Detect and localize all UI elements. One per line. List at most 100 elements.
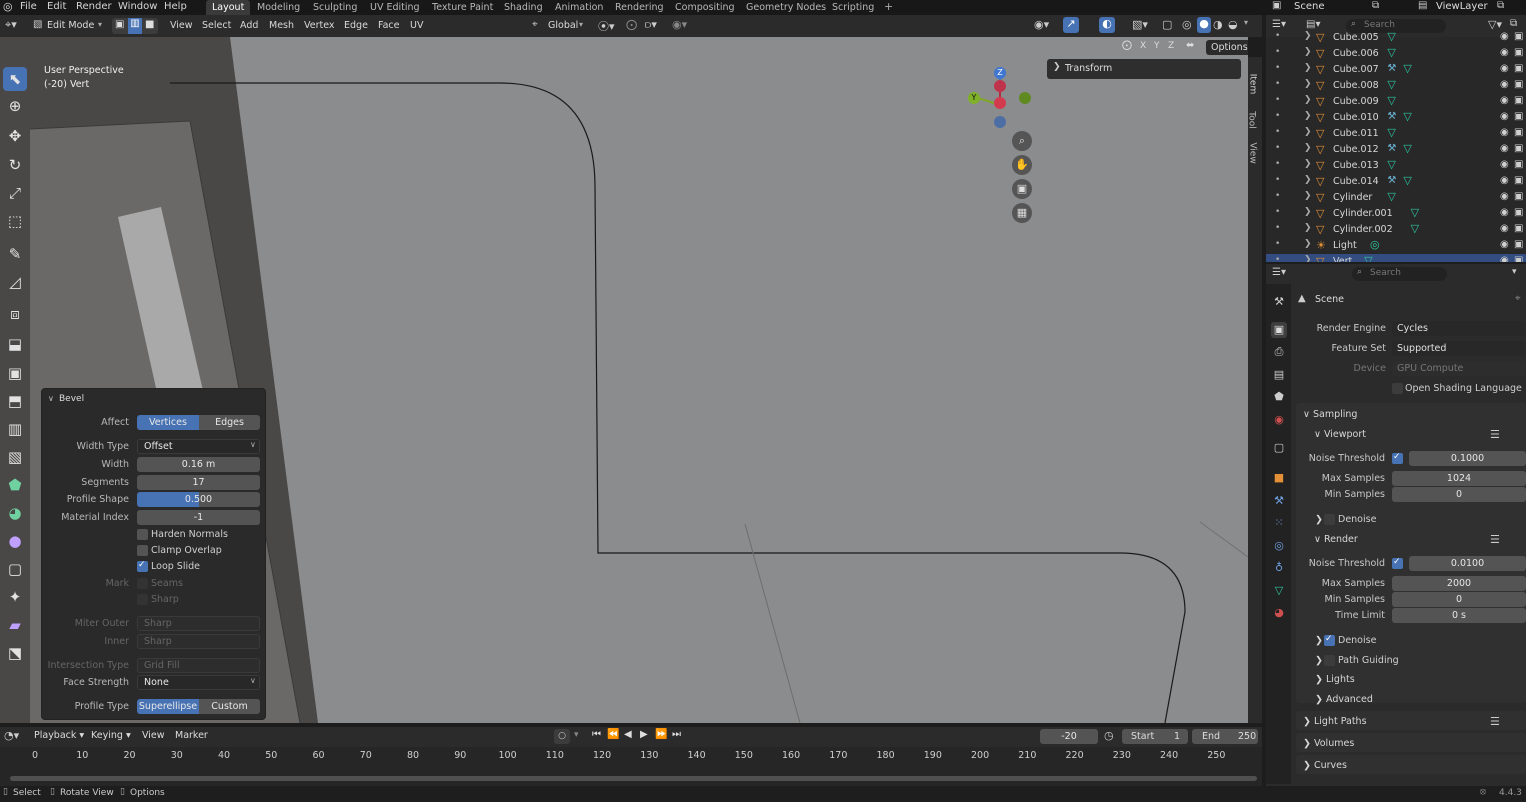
menu-window[interactable]: Window (118, 1, 157, 12)
vp-min-samples-field[interactable]: 0 (1392, 487, 1526, 502)
segments-field[interactable]: 17 (137, 475, 260, 490)
harden-normals-checkbox[interactable] (137, 529, 148, 540)
camera-icon[interactable]: ▣ (1514, 79, 1523, 90)
profile-shape-slider[interactable]: 0.500 (137, 492, 260, 507)
face-strength-dropdown[interactable]: None (137, 675, 260, 690)
chevron-down-icon[interactable]: ∨ (48, 394, 54, 403)
loop-cut-tool-icon[interactable]: ▥ (3, 417, 27, 441)
visibility-icon[interactable]: ◉▾ (1034, 18, 1049, 31)
jump-keyframe-forward-icon[interactable]: ⏩ (655, 729, 667, 740)
pivot-icon[interactable]: ⦿▾ (598, 18, 615, 34)
time-limit-field[interactable]: 0 s (1392, 608, 1526, 623)
mesh-data-icon[interactable]: ▽ (1387, 78, 1395, 91)
tab-modeling[interactable]: Modeling (251, 0, 306, 15)
outliner-row[interactable]: • ❯ ▽ Cube.009 ▽ ◉ ▣ (1266, 94, 1526, 110)
visibility-dot-icon[interactable]: • (1275, 159, 1280, 169)
outliner-row[interactable]: • ❯ ▽ Cylinder.002 ▽ ◉ ▣ (1266, 222, 1526, 238)
camera-icon[interactable]: ▣ (1514, 255, 1523, 262)
scale-tool-icon[interactable]: ⤢ (3, 181, 27, 205)
play-icon[interactable]: ▶ (640, 729, 648, 740)
mesh-data-icon[interactable]: ▽ (1387, 46, 1395, 59)
expand-arrow-icon[interactable]: ❯ (1304, 239, 1312, 249)
edge-select-icon[interactable]: ▥ (128, 18, 142, 34)
advanced-subpanel-header[interactable]: ❯ Advanced (1315, 694, 1373, 705)
menu-face[interactable]: Face (378, 18, 399, 34)
vp-denoise-header[interactable]: ❯ (1315, 514, 1323, 525)
add-cube-tool-icon[interactable]: ⧈ (3, 302, 27, 326)
visibility-dot-icon[interactable]: • (1275, 95, 1280, 105)
mesh-data-icon[interactable]: ▽ (1411, 222, 1419, 235)
tab-geometry-nodes[interactable]: Geometry Nodes (740, 0, 832, 15)
axis-z-toggle[interactable]: Z (1168, 41, 1174, 51)
wireframe-shading-icon[interactable]: ◎ (1182, 18, 1192, 31)
new-collection-icon[interactable]: ⧉ (1510, 18, 1517, 29)
mesh-data-icon[interactable]: ▽ (1387, 31, 1395, 43)
menu-render[interactable]: Render (76, 1, 112, 12)
material-shading-icon[interactable]: ◑ (1213, 18, 1223, 31)
visibility-dot-icon[interactable]: • (1275, 239, 1280, 249)
r-noise-threshold-field[interactable]: 0.0100 (1409, 556, 1526, 571)
scene-tab-icon[interactable]: ⬟ (1271, 389, 1287, 405)
eye-icon[interactable]: ◉ (1500, 111, 1509, 122)
blender-logo-icon[interactable]: ◎ (3, 0, 13, 13)
camera-icon[interactable]: ▣ (1514, 95, 1523, 106)
keying-menu[interactable]: Keying ▾ (91, 730, 131, 741)
menu-edit[interactable]: Edit (47, 1, 66, 12)
device-dropdown[interactable]: GPU Compute (1392, 361, 1526, 376)
mark-sharp-checkbox[interactable] (137, 594, 148, 605)
eye-icon[interactable]: ◉ (1500, 255, 1509, 262)
tab-compositing[interactable]: Compositing (669, 0, 741, 15)
outliner-row[interactable]: • ❯ ▽ Cube.007 ⚒ ▽ ◉ ▣ (1266, 62, 1526, 78)
mesh-data-icon[interactable]: ▽ (1387, 190, 1395, 203)
axis-x-toggle[interactable]: X (1140, 41, 1146, 51)
zoom-icon[interactable]: ⌕ (1012, 131, 1032, 151)
volumes-header[interactable]: ❯ Volumes (1303, 738, 1354, 749)
vp-noise-threshold-field[interactable]: 0.1000 (1409, 451, 1526, 466)
list-icon[interactable]: ☰ (1490, 428, 1500, 441)
transform-tool-icon[interactable]: ⬚ (3, 209, 27, 233)
profile-custom-button[interactable]: Custom (199, 699, 260, 714)
mesh-data-icon[interactable]: ▽ (1403, 174, 1411, 187)
edge-slide-tool-icon[interactable]: ▢ (3, 557, 27, 581)
shading-options-icon[interactable]: ▾ (1244, 18, 1248, 27)
mesh-data-icon[interactable]: ▽ (1403, 142, 1411, 155)
visibility-dot-icon[interactable]: • (1275, 111, 1280, 121)
gizmo-toggle-icon[interactable]: ↗ (1063, 17, 1079, 33)
material-tab-icon[interactable]: ◕ (1271, 605, 1287, 621)
camera-icon[interactable]: ▣ (1514, 159, 1523, 170)
filter-icon[interactable]: ▽▾ (1488, 18, 1502, 31)
outliner-row[interactable]: • ❯ ▽ Cube.008 ▽ ◉ ▣ (1266, 78, 1526, 94)
mesh-data-icon[interactable]: ▽ (1387, 126, 1395, 139)
play-reverse-icon[interactable]: ◀ (624, 729, 632, 740)
orientation-selector[interactable]: ⌖ Global ▾ (529, 18, 589, 34)
constraints-tab-icon[interactable]: ♁ (1271, 560, 1287, 576)
cursor-tool-icon[interactable]: ⊕ (3, 94, 27, 118)
path-guiding-header[interactable]: ❯ (1315, 655, 1323, 666)
eye-icon[interactable]: ◉ (1500, 239, 1509, 250)
camera-icon[interactable]: ▣ (1514, 191, 1523, 202)
visibility-dot-icon[interactable]: • (1275, 79, 1280, 89)
camera-icon[interactable]: ▣ (1514, 47, 1523, 58)
timeline-ruler[interactable]: 0 10 20 30 40 50 60 70 80 90 100 110 120 130 140 150 160… (0, 747, 1262, 787)
options-dropdown[interactable]: Options ▾ (1206, 40, 1248, 55)
visibility-dot-icon[interactable]: • (1275, 175, 1280, 185)
menu-mesh[interactable]: Mesh (269, 18, 294, 34)
mesh-data-icon[interactable]: ▽ (1387, 94, 1395, 107)
outliner-row[interactable]: • ❯ ▽ Cube.012 ⚒ ▽ ◉ ▣ (1266, 142, 1526, 158)
visibility-dot-icon[interactable]: • (1275, 143, 1280, 153)
snap-target-icon[interactable]: ⫐▾ (645, 18, 657, 32)
editor-type-icon[interactable]: ⌖▾ (5, 18, 17, 32)
vp-noise-threshold-checkbox[interactable] (1392, 452, 1403, 464)
camera-icon[interactable]: ▣ (1514, 63, 1523, 74)
r-min-samples-field[interactable]: 0 (1392, 592, 1526, 607)
shear-tool-icon[interactable]: ▰ (3, 613, 27, 637)
modifier-icon[interactable]: ⚒ (1387, 111, 1396, 122)
menu-select[interactable]: Select (202, 18, 231, 34)
object-tab-icon[interactable]: ■ (1271, 470, 1287, 486)
menu-file[interactable]: File (20, 1, 37, 12)
r-noise-threshold-checkbox[interactable] (1392, 557, 1403, 569)
vertex-select-icon[interactable]: ▣ (115, 19, 124, 30)
shrink-fatten-tool-icon[interactable]: ✦ (3, 585, 27, 609)
viewport-subpanel-header[interactable]: ∨ Viewport (1314, 429, 1366, 440)
outliner-row[interactable]: • ❯ ▽ Cylinder.001 ▽ ◉ ▣ (1266, 206, 1526, 222)
